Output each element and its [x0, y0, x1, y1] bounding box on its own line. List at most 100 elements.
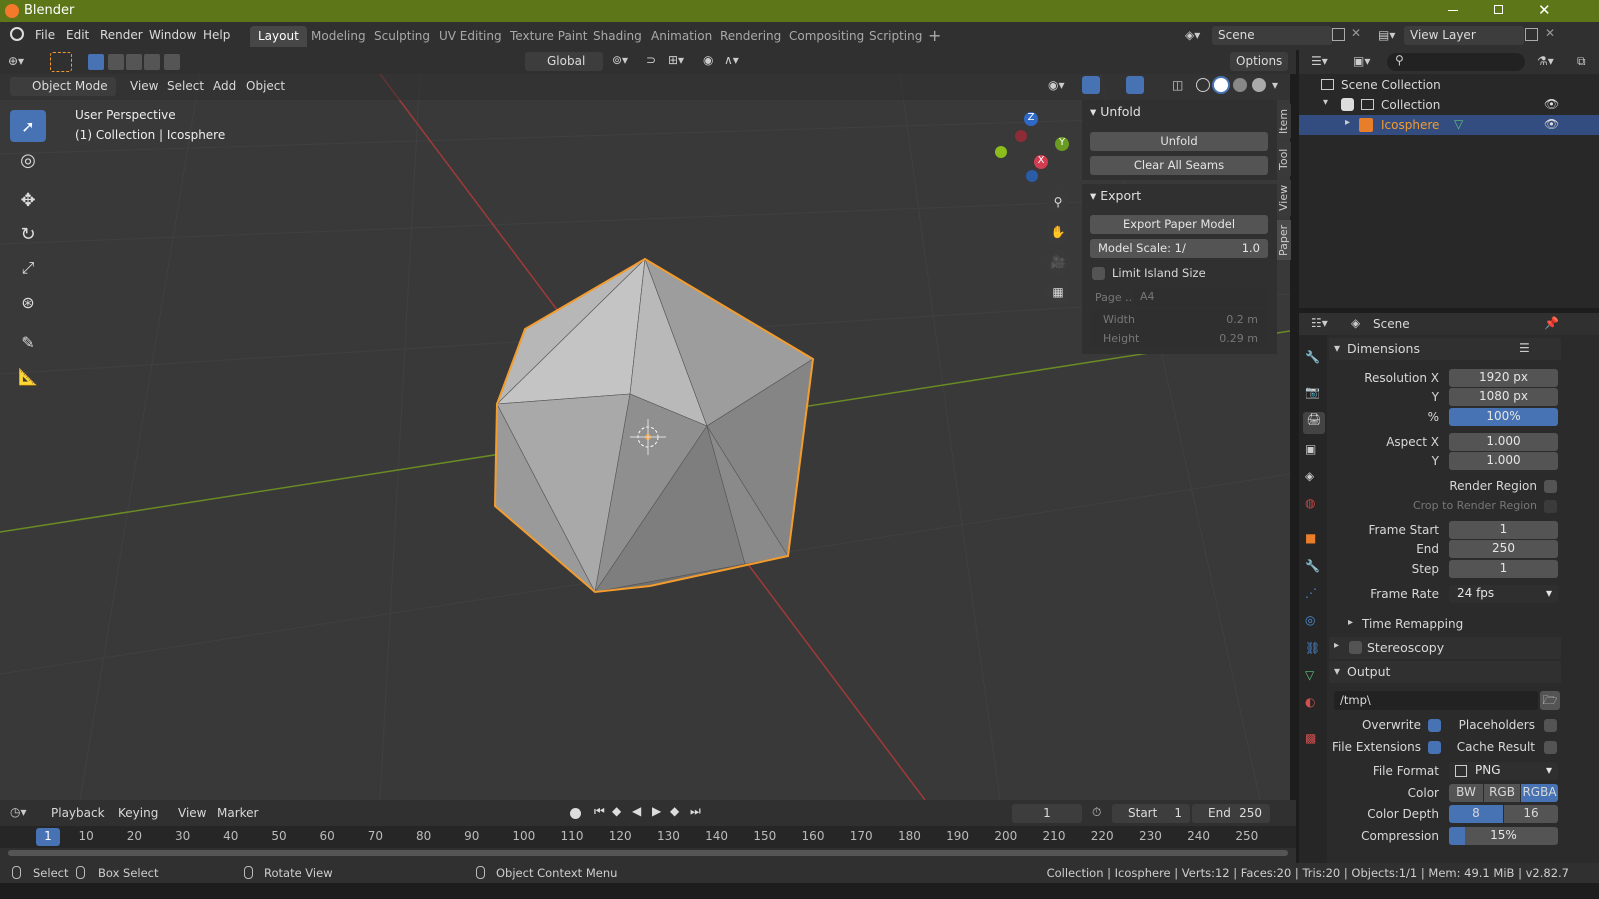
overlay-toggle-icon[interactable]: [1126, 76, 1144, 94]
resolution-x-field[interactable]: 1920 px: [1449, 369, 1558, 387]
gizmo-z-axis[interactable]: Z: [1024, 112, 1038, 126]
object-props-icon[interactable]: ■: [1305, 531, 1316, 545]
tool-rotate[interactable]: ↻: [10, 218, 46, 250]
tool-transform[interactable]: ⊛: [10, 286, 46, 318]
outliner-search-field[interactable]: ⚲: [1387, 53, 1525, 71]
timeline-menu-keying[interactable]: Keying: [118, 806, 158, 820]
output-props-icon[interactable]: 🖨: [1303, 412, 1325, 434]
time-remapping-label[interactable]: Time Remapping: [1362, 617, 1463, 631]
next-keyframe-icon[interactable]: ◆: [670, 804, 679, 818]
select-mode-extend-icon[interactable]: [108, 54, 124, 70]
end-frame-field[interactable]: End 250: [1192, 804, 1270, 823]
physics-props-icon[interactable]: ◎: [1305, 613, 1315, 627]
object-visibility-icon[interactable]: 👁: [1544, 117, 1559, 131]
play-icon[interactable]: ▶: [652, 804, 661, 818]
dimensions-panel-header[interactable]: ▾ Dimensions ☰: [1329, 338, 1561, 360]
outliner-row-collection[interactable]: ▾ Collection 👁: [1299, 95, 1599, 115]
select-mode-intersect-icon[interactable]: [164, 54, 180, 70]
menu-render[interactable]: Render: [100, 28, 143, 42]
expand-arrow-icon[interactable]: ▸: [1345, 117, 1350, 128]
height-value[interactable]: 0.29 m: [1219, 332, 1258, 345]
outliner-row-icosphere[interactable]: ▸ Icosphere ▽ 👁: [1299, 115, 1599, 135]
select-mode-subtract-icon[interactable]: [126, 54, 142, 70]
scene-props-icon[interactable]: ◈: [1305, 469, 1314, 483]
page-size-dropdown[interactable]: A4: [1134, 288, 1268, 307]
playhead[interactable]: 1: [36, 828, 60, 846]
start-frame-field[interactable]: Start 1: [1112, 804, 1190, 823]
filter-icon[interactable]: ⚗▾: [1537, 54, 1554, 68]
frame-rate-dropdown[interactable]: 24 fps ▾: [1449, 585, 1558, 603]
falloff-icon[interactable]: ∧▾: [724, 53, 739, 67]
visibility-icon[interactable]: ◉▾: [1048, 78, 1065, 92]
collection-visibility-icon[interactable]: 👁: [1544, 97, 1559, 111]
tab-rendering[interactable]: Rendering: [712, 26, 789, 47]
mode-dropdown[interactable]: Object Mode: [10, 77, 116, 96]
shading-wireframe-icon[interactable]: [1196, 78, 1210, 92]
close-window-icon[interactable]: ✕: [1538, 1, 1551, 19]
gizmo-x-axis[interactable]: X: [1034, 155, 1048, 169]
sidebar-tab-tool[interactable]: Tool: [1277, 142, 1291, 176]
menu-window[interactable]: Window: [149, 28, 196, 42]
snap-icon[interactable]: ⊃: [646, 53, 656, 67]
pin-icon[interactable]: 📌: [1544, 316, 1559, 330]
pivot-point-icon[interactable]: ⊚▾: [612, 53, 628, 67]
clear-seams-button[interactable]: Clear All Seams: [1090, 156, 1268, 175]
menu-edit[interactable]: Edit: [66, 28, 89, 42]
file-format-dropdown[interactable]: PNG ▾: [1449, 762, 1558, 780]
viewport-menu-add[interactable]: Add: [213, 79, 236, 93]
play-reverse-icon[interactable]: ◀: [632, 804, 641, 818]
scene-field[interactable]: Scene: [1212, 26, 1332, 45]
timeline-ruler[interactable]: 1 10 20 30 40 50 60 70 80 90 100 110 120 130 140 150 16…: [0, 826, 1296, 848]
xray-icon[interactable]: ◫: [1172, 78, 1183, 92]
tab-compositing[interactable]: Compositing: [781, 26, 872, 47]
gizmo-neg-x[interactable]: [1015, 130, 1027, 142]
expand-arrow-icon[interactable]: ▾: [1323, 97, 1328, 108]
depth-8-button[interactable]: 8: [1449, 805, 1503, 823]
menu-help[interactable]: Help: [203, 28, 230, 42]
tab-layout[interactable]: Layout: [250, 26, 307, 47]
scene-selector-icon[interactable]: ◈▾: [1185, 28, 1200, 42]
color-rgba-button[interactable]: RGBA: [1521, 784, 1558, 802]
tool-move[interactable]: ✥: [10, 184, 46, 216]
model-scale-field[interactable]: Model Scale: 1/ 1.0: [1090, 239, 1268, 258]
proportional-edit-icon[interactable]: ◉: [703, 53, 713, 67]
prev-keyframe-icon[interactable]: ◆: [612, 804, 621, 818]
data-props-icon[interactable]: ▽: [1305, 668, 1314, 682]
view-layer-props-icon[interactable]: ▣: [1305, 442, 1316, 456]
cache-result-checkbox[interactable]: [1544, 741, 1557, 754]
gizmo-y-axis[interactable]: Y: [1055, 137, 1069, 151]
placeholders-checkbox[interactable]: [1544, 719, 1557, 732]
delete-view-layer-icon[interactable]: ✕: [1545, 26, 1555, 40]
sidebar-tab-item[interactable]: Item: [1277, 104, 1291, 138]
compression-slider[interactable]: 15%: [1449, 827, 1558, 845]
expand-arrow-icon[interactable]: ▸: [1348, 617, 1353, 628]
jump-start-icon[interactable]: ⏮: [594, 804, 605, 819]
depth-16-button[interactable]: 16: [1504, 805, 1558, 823]
color-rgb-button[interactable]: RGB: [1484, 784, 1520, 802]
shading-solid-icon[interactable]: [1214, 78, 1228, 92]
3d-viewport[interactable]: Object Mode View Select Add Object ◉▾ ◫ …: [0, 74, 1290, 800]
output-panel-header[interactable]: ▾ Output: [1329, 661, 1561, 683]
file-extensions-checkbox[interactable]: [1428, 741, 1441, 754]
snap-target-icon[interactable]: ⊞▾: [668, 53, 684, 67]
view-layer-field[interactable]: View Layer: [1404, 26, 1524, 45]
pan-hand-icon[interactable]: ✋: [1046, 220, 1070, 244]
viewport-menu-object[interactable]: Object: [246, 79, 285, 93]
limit-island-checkbox[interactable]: [1092, 267, 1105, 280]
render-props-icon[interactable]: 📷: [1305, 385, 1320, 399]
frame-step-field[interactable]: 1: [1449, 560, 1558, 578]
frame-start-field[interactable]: 1: [1449, 521, 1558, 539]
render-region-checkbox[interactable]: [1544, 480, 1557, 493]
resolution-y-field[interactable]: 1080 px: [1449, 388, 1558, 406]
tab-animation[interactable]: Animation: [643, 26, 720, 47]
record-icon[interactable]: [570, 808, 581, 819]
aspect-x-field[interactable]: 1.000: [1449, 433, 1558, 451]
timeline-menu-view[interactable]: View: [178, 806, 206, 820]
outliner-editor-icon[interactable]: ☰▾: [1311, 54, 1328, 68]
transform-orientation-dropdown[interactable]: Global: [525, 52, 603, 71]
gizmo-neg-y[interactable]: [995, 146, 1007, 158]
minimize-icon[interactable]: [1448, 10, 1458, 11]
texture-props-icon[interactable]: ▩: [1305, 731, 1316, 745]
options-dropdown[interactable]: Options: [1230, 52, 1288, 71]
folder-icon[interactable]: 🗁: [1540, 691, 1560, 710]
